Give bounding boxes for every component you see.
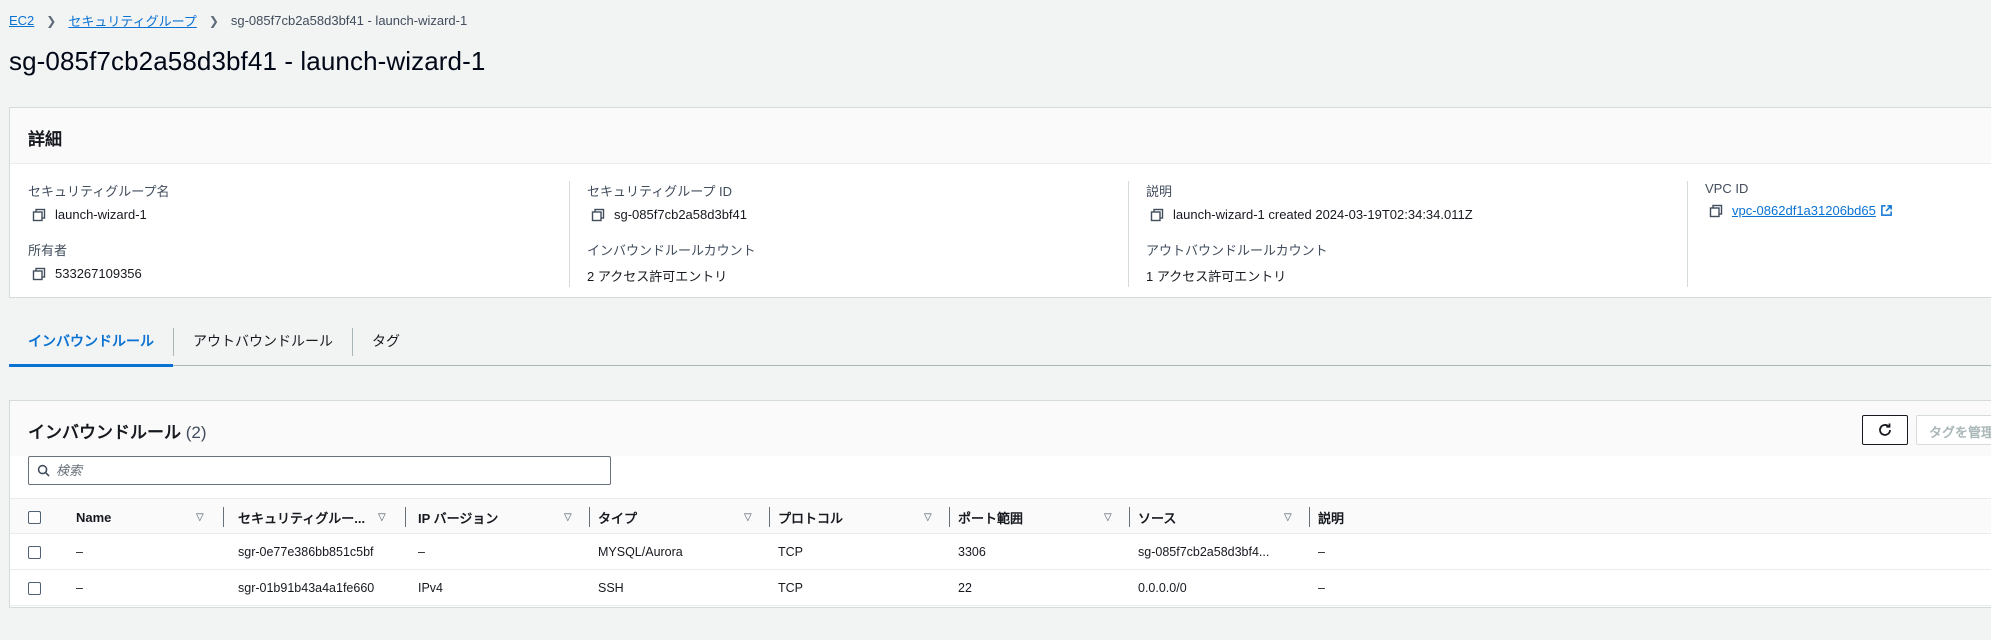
copy-icon[interactable] [32, 267, 46, 281]
tab-inbound-rules[interactable]: インバウンドルール [9, 318, 173, 367]
column-resize-handle[interactable] [405, 507, 406, 527]
search-field[interactable] [28, 456, 611, 485]
sort-icon[interactable]: ▽ [564, 512, 572, 523]
outbound-count-value: 1 アクセス許可エントリ [1146, 269, 1287, 284]
vpc-id-label: VPC ID [1705, 181, 1749, 196]
cell-protocol: TCP [778, 581, 803, 595]
column-divider [569, 181, 570, 287]
vpc-id-link[interactable]: vpc-0862df1a31206bd65 [1732, 203, 1876, 218]
sort-icon[interactable]: ▽ [744, 512, 752, 523]
search-icon [37, 464, 50, 477]
sg-id-field: セキュリティグループ ID sg-085f7cb2a58d3bf41 [587, 181, 747, 222]
outbound-count-label: アウトバウンドルールカウント [1146, 243, 1328, 258]
inbound-rules-count: (2) [185, 423, 207, 442]
outbound-count-field: アウトバウンドルールカウント 1 アクセス許可エントリ [1146, 240, 1328, 285]
cell-ip-version: IPv4 [418, 581, 444, 595]
tab-bar: インバウンドルール アウトバウンドルール タグ [9, 318, 1991, 367]
chevron-right-icon: ❯ [46, 13, 57, 28]
cell-type: MYSQL/Aurora [598, 545, 683, 559]
copy-icon[interactable] [1150, 208, 1164, 222]
column-header-protocol[interactable]: プロトコル ▽ [778, 499, 951, 535]
cell-source: 0.0.0.0/0 [1138, 581, 1187, 595]
column-resize-handle[interactable] [1129, 507, 1130, 527]
search-input[interactable] [56, 463, 596, 478]
cell-type: SSH [598, 581, 624, 595]
column-divider [1687, 181, 1688, 287]
chevron-right-icon: ❯ [208, 13, 219, 28]
column-divider [1128, 181, 1129, 287]
cell-name: – [76, 545, 83, 559]
column-header-security-group-rule[interactable]: セキュリティグルー... ▽ [238, 499, 411, 535]
sg-name-label: セキュリティグループ名 [28, 184, 170, 199]
column-resize-handle[interactable] [223, 507, 224, 527]
cell-port-range: 3306 [958, 545, 986, 559]
inbound-count-label: インバウンドルールカウント [587, 243, 756, 258]
column-resize-handle[interactable] [589, 507, 590, 527]
inbound-rules-title: インバウンドルール [28, 423, 181, 442]
table-header-row: Name ▽ セキュリティグルー... ▽ IP バージョン ▽ タイプ ▽ プ… [10, 498, 1991, 534]
description-label: 説明 [1146, 184, 1173, 199]
copy-icon[interactable] [1709, 204, 1723, 218]
column-header-ip-version[interactable]: IP バージョン ▽ [418, 499, 591, 535]
cell-name: – [76, 581, 83, 595]
inbound-rules-header: インバウンドルール (2) タグを管理 [10, 401, 1991, 456]
page-title: sg-085f7cb2a58d3bf41 - launch-wizard-1 [9, 46, 486, 76]
sg-id-label: セキュリティグループ ID [587, 184, 733, 199]
column-header-port-range[interactable]: ポート範囲 ▽ [958, 499, 1131, 535]
copy-icon[interactable] [32, 208, 46, 222]
cell-rule-id: sgr-0e77e386bb851c5bf [238, 545, 374, 559]
tab-tags[interactable]: タグ [353, 318, 419, 366]
refresh-button[interactable] [1862, 415, 1908, 445]
manage-tags-button[interactable]: タグを管理 [1916, 415, 1991, 445]
vpc-id-field: VPC ID vpc-0862df1a31206bd65 [1705, 181, 1893, 218]
owner-value: 533267109356 [55, 266, 142, 281]
table-row[interactable]: – sgr-01b91b43a4a1fe660 IPv4 SSH TCP 22 … [10, 570, 1991, 606]
column-header-description[interactable]: 説明 [1318, 499, 1518, 535]
sort-icon[interactable]: ▽ [924, 512, 932, 523]
column-header-name[interactable]: Name ▽ [76, 499, 231, 535]
tab-outbound-rules[interactable]: アウトバウンドルール [174, 318, 352, 366]
sg-id-value: sg-085f7cb2a58d3bf41 [614, 207, 748, 222]
cell-rule-id: sgr-01b91b43a4a1fe660 [238, 581, 375, 595]
cell-description: – [1318, 581, 1325, 595]
copy-icon[interactable] [591, 208, 605, 222]
owner-field: 所有者 533267109356 [28, 240, 142, 281]
sort-icon[interactable]: ▽ [196, 512, 204, 523]
column-resize-handle[interactable] [769, 507, 770, 527]
inbound-rules-table: Name ▽ セキュリティグルー... ▽ IP バージョン ▽ タイプ ▽ プ… [10, 498, 1991, 606]
cell-port-range: 22 [958, 581, 972, 595]
breadcrumb-current: sg-085f7cb2a58d3bf41 - launch-wizard-1 [230, 13, 468, 28]
column-header-source[interactable]: ソース ▽ [1138, 499, 1311, 535]
refresh-icon [1879, 423, 1891, 436]
column-resize-handle[interactable] [1309, 507, 1310, 527]
sort-icon[interactable]: ▽ [378, 512, 386, 523]
breadcrumb-link-ec2[interactable]: EC2 [9, 13, 34, 28]
breadcrumb: EC2 ❯ セキュリティグループ ❯ sg-085f7cb2a58d3bf41 … [9, 11, 467, 30]
inbound-rules-panel: インバウンドルール (2) タグを管理 Name ▽ セキュリティグルー... … [9, 400, 1991, 608]
row-checkbox[interactable] [28, 546, 41, 559]
cell-description: – [1318, 545, 1325, 559]
cell-source: sg-085f7cb2a58d3bf4... [1138, 545, 1270, 559]
select-all-checkbox[interactable] [28, 511, 41, 524]
column-header-type[interactable]: タイプ ▽ [598, 499, 771, 535]
inbound-count-value: 2 アクセス許可エントリ [587, 269, 728, 284]
external-link-icon [1880, 205, 1892, 216]
row-checkbox[interactable] [28, 582, 41, 595]
details-title: 詳細 [10, 108, 1991, 164]
sort-icon[interactable]: ▽ [1104, 512, 1112, 523]
breadcrumb-link-security-groups[interactable]: セキュリティグループ [68, 11, 196, 30]
inbound-count-field: インバウンドルールカウント 2 アクセス許可エントリ [587, 240, 756, 285]
table-row[interactable]: – sgr-0e77e386bb851c5bf – MYSQL/Aurora T… [10, 534, 1991, 570]
sg-name-value: launch-wizard-1 [55, 207, 147, 222]
owner-label: 所有者 [28, 243, 68, 258]
cell-ip-version: – [418, 545, 425, 559]
details-panel: 詳細 セキュリティグループ名 launch-wizard-1 所有者 53326… [9, 107, 1991, 298]
sort-icon[interactable]: ▽ [1284, 512, 1292, 523]
cell-protocol: TCP [778, 545, 803, 559]
sg-name-field: セキュリティグループ名 launch-wizard-1 [28, 181, 169, 222]
column-resize-handle[interactable] [949, 507, 950, 527]
description-value: launch-wizard-1 created 2024-03-19T02:34… [1173, 207, 1473, 222]
description-field: 説明 launch-wizard-1 created 2024-03-19T02… [1146, 181, 1473, 222]
